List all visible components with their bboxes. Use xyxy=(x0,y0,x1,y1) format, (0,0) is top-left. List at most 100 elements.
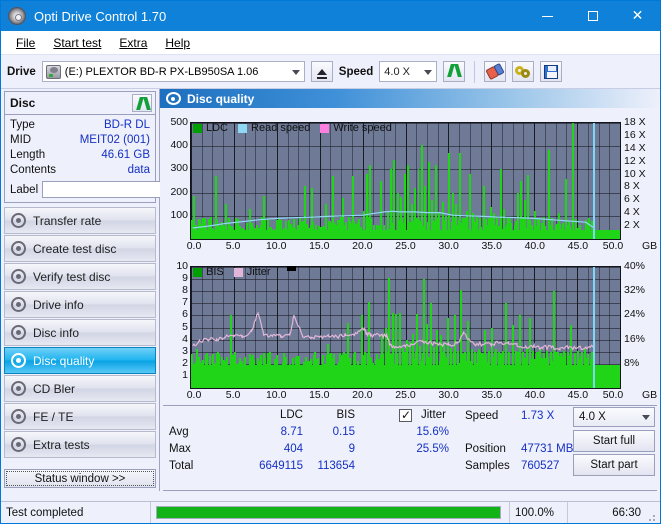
sidebar-item-fe-te[interactable]: FE / TE xyxy=(4,403,156,430)
bis-y-axis-left: 1 2 3 4 5 6 7 8 9 10 xyxy=(163,266,190,389)
eraser-icon xyxy=(486,63,505,80)
erase-button[interactable] xyxy=(484,61,506,82)
bis-x-unit: GB xyxy=(642,389,657,401)
test-speed-select[interactable]: 4.0 X xyxy=(573,407,655,427)
bis-plot-area xyxy=(190,266,621,389)
y-tick-right: 10 X xyxy=(624,168,646,180)
y-tick-left: 7 xyxy=(182,296,188,308)
sidebar-item-disc-info[interactable]: Disc info xyxy=(4,319,156,346)
legend-swatch-read-speed xyxy=(238,124,247,133)
y-tick-right: 8% xyxy=(624,357,639,369)
menu-start-test-label: Start test xyxy=(53,36,101,50)
x-tick: 15.0 xyxy=(309,240,329,252)
maximize-icon xyxy=(588,11,598,21)
y-tick-left: 400 xyxy=(170,139,188,151)
y-tick-left: 6 xyxy=(182,308,188,320)
disc-label-row: Label xyxy=(10,181,150,198)
speed-stat-label: Speed xyxy=(465,410,498,422)
x-tick: 0.0 xyxy=(187,389,202,401)
sidebar-item-label: Create test disc xyxy=(33,242,116,256)
plug-button[interactable] xyxy=(512,61,534,82)
elapsed-time: 66:30 xyxy=(568,502,646,524)
disc-quality-icon xyxy=(166,92,181,105)
start-part-button[interactable]: Start part xyxy=(573,454,655,476)
ldc-x-axis: 0.0 5.0 10.0 15.0 20.0 25.0 30.0 35.0 40.0 45.0 50… xyxy=(190,240,621,254)
sidebar-item-cd-bler[interactable]: CD Bler xyxy=(4,375,156,402)
stats-row-avg-label: Avg xyxy=(169,426,189,438)
y-tick-left: 300 xyxy=(170,162,188,174)
sidebar-item-verify-test-disc[interactable]: Verify test disc xyxy=(4,263,156,290)
bis-xaxis-row: 0.0 5.0 10.0 15.0 20.0 25.0 30.0 35.0 40.0 45.0 50… xyxy=(163,389,657,403)
y-tick-left: 3 xyxy=(182,345,188,357)
y-tick-left: 200 xyxy=(170,186,188,198)
disc-row-contents: Contents data xyxy=(10,163,150,178)
position-stat-value: 47731 MB xyxy=(521,443,573,455)
y-tick-left: 2 xyxy=(182,357,188,369)
y-tick-left: 8 xyxy=(182,284,188,296)
close-button[interactable]: ✕ xyxy=(615,1,660,31)
start-full-button[interactable]: Start full xyxy=(573,430,655,452)
menu-file[interactable]: File xyxy=(7,34,44,52)
x-tick: 25.0 xyxy=(395,240,415,252)
samples-stat-value: 760527 xyxy=(521,460,559,472)
status-bar: Test completed 100.0% 66:30 xyxy=(1,501,660,523)
sidebar-item-label: Extra tests xyxy=(33,438,90,452)
eject-button[interactable] xyxy=(311,61,333,82)
stats-avg-ldc: 8.71 xyxy=(257,426,303,438)
y-tick-right: 14 X xyxy=(624,142,646,154)
sidebar-item-label: Drive info xyxy=(33,298,84,312)
stats-panel: LDC BIS Avg 8.71 0.15 15.6% Max 404 9 25… xyxy=(163,405,657,491)
menu-file-label: File xyxy=(16,36,35,50)
chevron-down-icon xyxy=(424,70,432,75)
jitter-checkbox[interactable] xyxy=(399,409,412,422)
menu-extra[interactable]: Extra xyxy=(110,34,156,52)
resize-grip-icon[interactable] xyxy=(646,502,660,524)
stats-avg-bis: 0.15 xyxy=(309,426,355,438)
disc-length-value: 46.61 GB xyxy=(101,148,150,163)
eject-icon xyxy=(317,69,327,75)
sidebar-item-label: Verify test disc xyxy=(33,270,110,284)
charts-area: LDC Read speed Write speed 100 200 300 400 5… xyxy=(160,108,660,403)
menu-start-test[interactable]: Start test xyxy=(44,34,110,52)
speed-label: Speed xyxy=(339,66,374,78)
disc-refresh-button[interactable] xyxy=(132,94,152,112)
disc-contents-key: Contents xyxy=(10,163,56,178)
menu-help[interactable]: Help xyxy=(156,34,199,52)
status-window-button[interactable]: Status window >> xyxy=(4,469,156,488)
sidebar-item-disc-quality[interactable]: Disc quality xyxy=(4,347,156,374)
disc-mid-key: MID xyxy=(10,133,31,148)
sidebar-item-create-test-disc[interactable]: Create test disc xyxy=(4,235,156,262)
sidebar-item-drive-info[interactable]: Drive info xyxy=(4,291,156,318)
y-tick-right: 2 X xyxy=(624,219,640,231)
disc-drive-icon xyxy=(11,297,26,312)
refresh-icon xyxy=(136,97,149,110)
close-icon: ✕ xyxy=(632,8,644,24)
sidebar-item-label: Transfer rate xyxy=(33,214,101,228)
save-button[interactable] xyxy=(540,61,562,82)
disc-extra-icon xyxy=(11,437,26,452)
samples-stat-label: Samples xyxy=(465,460,510,472)
disc-quality-icon xyxy=(11,353,26,368)
y-tick-right: 40% xyxy=(624,260,645,272)
sidebar-item-extra-tests[interactable]: Extra tests xyxy=(4,431,156,458)
y-tick-left: 100 xyxy=(170,209,188,221)
sidebar-item-transfer-rate[interactable]: Transfer rate xyxy=(4,207,156,234)
legend-label-jitter: Jitter xyxy=(247,266,271,278)
x-tick: 25.0 xyxy=(395,389,415,401)
maximize-button[interactable] xyxy=(570,1,615,31)
legend-swatch-write-speed xyxy=(320,124,329,133)
stats-inner: LDC BIS Avg 8.71 0.15 15.6% Max 404 9 25… xyxy=(163,406,657,490)
x-tick: 20.0 xyxy=(352,240,372,252)
x-tick: 10.0 xyxy=(266,240,286,252)
y-tick-left: 500 xyxy=(170,116,188,128)
refresh-button[interactable] xyxy=(443,61,465,82)
content-pane: Disc quality LDC Read speed Write speed … xyxy=(160,89,660,491)
speed-select[interactable]: 4.0 X xyxy=(379,61,437,82)
drive-select-value: (E:) PLEXTOR BD-R PX-LB950SA 1.06 xyxy=(65,66,259,78)
main-body: Disc Type BD-R DL MID MEIT02 (001) Lengt… xyxy=(1,89,660,491)
y-tick-right: 32% xyxy=(624,284,645,296)
x-tick: 5.0 xyxy=(226,240,241,252)
minimize-button[interactable] xyxy=(525,1,570,31)
x-tick: 0.0 xyxy=(187,240,202,252)
drive-select[interactable]: (E:) PLEXTOR BD-R PX-LB950SA 1.06 xyxy=(42,61,305,82)
